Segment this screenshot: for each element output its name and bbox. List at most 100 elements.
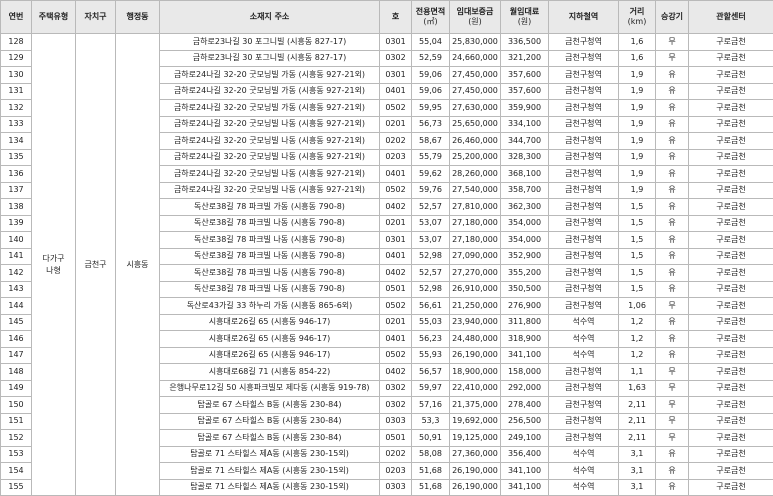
col-header-area: 전용면적(㎡) (412, 1, 450, 34)
cell-elevator: 유 (656, 281, 689, 298)
cell-center: 구로금천 (689, 34, 773, 51)
cell-unit: 0203 (380, 463, 412, 480)
cell-deposit: 27,540,000 (450, 182, 501, 199)
cell-rent: 350,500 (501, 281, 549, 298)
cell-address: 금하로24나길 32-20 굿모닝빌 가동 (시흥동 927-21외) (160, 83, 380, 100)
cell-deposit: 27,450,000 (450, 67, 501, 84)
col-header-no: 연번 (1, 1, 32, 34)
cell-no: 152 (1, 430, 32, 447)
cell-no: 149 (1, 380, 32, 397)
cell-subway: 석수역 (549, 463, 619, 480)
cell-unit: 0302 (380, 397, 412, 414)
cell-unit: 0401 (380, 331, 412, 348)
cell-housing-type: 다가구나형 (32, 34, 76, 496)
cell-distance: 2,11 (619, 397, 656, 414)
cell-distance: 1,9 (619, 182, 656, 199)
cell-unit: 0202 (380, 133, 412, 150)
cell-deposit: 26,910,000 (450, 281, 501, 298)
cell-elevator: 유 (656, 347, 689, 364)
cell-area: 52,57 (412, 265, 450, 282)
cell-address: 독산로38길 78 파크빌 나동 (시흥동 790-8) (160, 232, 380, 249)
cell-address: 금하로24나길 32-20 굿모닝빌 가동 (시흥동 927-21외) (160, 67, 380, 84)
cell-elevator: 유 (656, 116, 689, 133)
cell-address: 독산로38길 78 파크빌 나동 (시흥동 790-8) (160, 215, 380, 232)
cell-subway: 석수역 (549, 331, 619, 348)
cell-elevator: 유 (656, 133, 689, 150)
cell-unit: 0302 (380, 50, 412, 67)
cell-distance: 1,9 (619, 100, 656, 117)
cell-subway: 금천구청역 (549, 199, 619, 216)
cell-rent: 341,100 (501, 463, 549, 480)
cell-no: 141 (1, 248, 32, 265)
cell-area: 55,79 (412, 149, 450, 166)
cell-no: 145 (1, 314, 32, 331)
cell-deposit: 24,480,000 (450, 331, 501, 348)
cell-area: 52,59 (412, 50, 450, 67)
cell-area: 56,57 (412, 364, 450, 381)
cell-subway: 금천구청역 (549, 265, 619, 282)
cell-address: 시흥대로26길 65 (시흥동 946-17) (160, 314, 380, 331)
cell-subway: 금천구청역 (549, 116, 619, 133)
cell-rent: 321,200 (501, 50, 549, 67)
cell-elevator: 유 (656, 166, 689, 183)
cell-address: 금하로24나길 32-20 굿모닝빌 가동 (시흥동 927-21외) (160, 100, 380, 117)
cell-distance: 1,2 (619, 331, 656, 348)
cell-distance: 1,5 (619, 232, 656, 249)
cell-area: 56,73 (412, 116, 450, 133)
col-header-unit: 호 (380, 1, 412, 34)
cell-elevator: 유 (656, 314, 689, 331)
cell-distance: 1,9 (619, 149, 656, 166)
cell-no: 148 (1, 364, 32, 381)
cell-subway: 금천구청역 (549, 133, 619, 150)
cell-distance: 2,11 (619, 430, 656, 447)
cell-center: 구로금천 (689, 67, 773, 84)
cell-no: 134 (1, 133, 32, 150)
cell-deposit: 27,450,000 (450, 83, 501, 100)
cell-area: 51,68 (412, 463, 450, 480)
cell-rent: 344,700 (501, 133, 549, 150)
cell-unit: 0501 (380, 281, 412, 298)
cell-no: 135 (1, 149, 32, 166)
col-header-elevator: 승강기 (656, 1, 689, 34)
cell-address: 금하로24나길 32-20 굿모닝빌 나동 (시흥동 927-21외) (160, 182, 380, 199)
cell-rent: 352,900 (501, 248, 549, 265)
cell-area: 50,91 (412, 430, 450, 447)
cell-subway: 금천구청역 (549, 232, 619, 249)
cell-deposit: 27,270,000 (450, 265, 501, 282)
cell-center: 구로금천 (689, 265, 773, 282)
cell-deposit: 26,190,000 (450, 479, 501, 496)
table-row: 128다가구나형금천구시흥동금하로23나길 30 포그니빌 (시흥동 827-1… (1, 34, 773, 51)
cell-address: 시흥대로26길 65 (시흥동 946-17) (160, 331, 380, 348)
cell-area: 55,04 (412, 34, 450, 51)
cell-deposit: 23,940,000 (450, 314, 501, 331)
cell-address: 시흥대로26길 65 (시흥동 946-17) (160, 347, 380, 364)
cell-no: 131 (1, 83, 32, 100)
cell-area: 52,98 (412, 248, 450, 265)
cell-address: 탑골로 71 스타힐스 제A동 (시흥동 230-15외) (160, 463, 380, 480)
cell-elevator: 유 (656, 149, 689, 166)
cell-deposit: 26,190,000 (450, 463, 501, 480)
cell-elevator: 무 (656, 430, 689, 447)
cell-unit: 0203 (380, 149, 412, 166)
col-header-deposit: 임대보증금(원) (450, 1, 501, 34)
col-header-rent: 월임대료(원) (501, 1, 549, 34)
cell-rent: 354,000 (501, 232, 549, 249)
cell-no: 132 (1, 100, 32, 117)
cell-rent: 356,400 (501, 446, 549, 463)
cell-center: 구로금천 (689, 232, 773, 249)
col-header-type: 주택유형 (32, 1, 76, 34)
cell-center: 구로금천 (689, 479, 773, 496)
cell-rent: 249,100 (501, 430, 549, 447)
cell-deposit: 27,630,000 (450, 100, 501, 117)
cell-no: 153 (1, 446, 32, 463)
cell-distance: 1,9 (619, 83, 656, 100)
cell-distance: 3,1 (619, 479, 656, 496)
cell-subway: 금천구청역 (549, 298, 619, 315)
cell-area: 52,57 (412, 199, 450, 216)
cell-area: 55,03 (412, 314, 450, 331)
cell-rent: 341,100 (501, 479, 549, 496)
cell-deposit: 24,660,000 (450, 50, 501, 67)
cell-distance: 1,63 (619, 380, 656, 397)
cell-address: 독산로38길 78 파크빌 가동 (시흥동 790-8) (160, 199, 380, 216)
cell-distance: 2,11 (619, 413, 656, 430)
